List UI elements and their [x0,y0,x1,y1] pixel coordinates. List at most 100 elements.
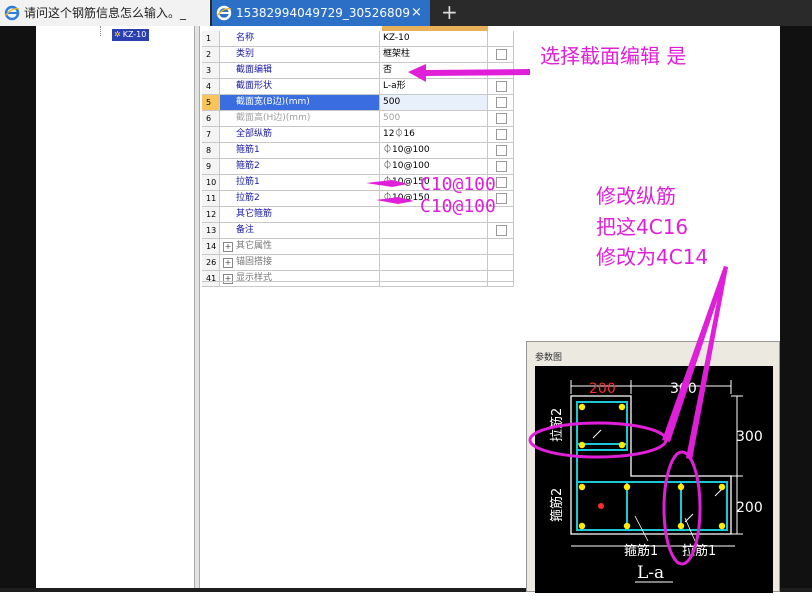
rebar-dot [578,522,586,530]
property-checkbox-cell [488,143,514,158]
property-row[interactable]: 3 截面编辑 否 [202,63,514,79]
property-checkbox[interactable] [496,177,507,188]
property-name-text: 其它属性 [236,241,273,251]
property-value[interactable]: 否 [380,63,488,78]
annotation-modify-line2: 把这4C16 [596,215,689,239]
property-name: 备注 [220,223,380,238]
expand-plus-icon[interactable]: + [223,258,233,268]
property-row[interactable]: 8 箍筋1 ⏀10@100 [202,143,514,159]
property-row[interactable]: 26 + 锚固搭接 [202,255,514,271]
tab-title: 15382994049729_30526809 [236,6,410,20]
property-name-text: 截面高(H边)(mm) [236,113,311,123]
property-value[interactable]: ⏀10@100 [380,143,488,158]
property-value[interactable] [380,271,488,286]
rebar-dot [618,403,626,411]
property-checkbox-cell [488,95,514,110]
new-tab-button[interactable]: + [441,0,458,26]
property-checkbox[interactable] [496,129,507,140]
property-row[interactable]: 7 全部纵筋 12⏀16 [202,127,514,143]
property-checkbox-cell [488,239,514,254]
row-number: 11 [202,191,220,206]
row-number: 5 [202,95,220,110]
property-name: + 锚固搭接 [220,255,380,270]
property-row[interactable]: 4 截面形状 L-a形 [202,79,514,95]
stirrup-top [576,401,628,451]
property-row[interactable]: 9 箍筋2 ⏀10@100 [202,159,514,175]
property-checkbox-cell [488,31,514,46]
expand-plus-icon[interactable]: + [223,242,233,252]
row-number: 4 [202,79,220,94]
property-name-text: 类别 [236,49,255,59]
property-value[interactable] [380,239,488,254]
property-row[interactable]: 13 备注 [202,223,514,239]
property-checkbox[interactable] [496,225,507,236]
property-name: + 其它属性 [220,239,380,254]
property-value[interactable]: 框架柱 [380,47,488,62]
property-value[interactable]: ⏀10@100 [380,159,488,174]
property-value[interactable] [380,223,488,238]
property-checkbox[interactable] [496,97,507,108]
property-checkbox-cell [488,79,514,94]
parameter-diagram-panel: 参数图 200 300 300 200 拉筋2 箍筋2 箍筋1 拉筋1 L-a [526,341,780,593]
tab-question-page[interactable]: 请问这个钢筋信息怎么输入。_ [0,0,210,26]
parameter-panel-title: 参数图 [535,353,563,363]
property-checkbox[interactable] [496,113,507,124]
property-row[interactable]: 6 截面高(H边)(mm) 500 [202,111,514,127]
close-tab-icon[interactable]: × [411,0,422,26]
property-name-text: 名称 [236,33,255,43]
annotation-c10-1: C10@100 [420,174,496,195]
hook-mark [592,429,602,439]
property-name-text: 截面宽(B边)(mm) [236,97,310,107]
property-name-text: 截面形状 [236,81,273,91]
tab-image-page[interactable]: 15382994049729_30526809 × [212,0,430,26]
expand-plus-icon[interactable]: + [223,274,233,284]
dim-top-right-label: 300 [670,381,697,397]
property-checkbox-cell [488,127,514,142]
section-diagram-canvas: 200 300 300 200 拉筋2 箍筋2 箍筋1 拉筋1 L-a [535,366,773,593]
annotation-c10-2: C10@100 [420,196,496,217]
property-checkbox[interactable] [496,81,507,92]
property-value[interactable]: KZ-10 [380,31,488,46]
property-name: 箍筋2 [220,159,380,174]
section-center-dot [598,503,604,509]
property-name: 截面高(H边)(mm) [220,111,380,126]
property-checkbox[interactable] [496,161,507,172]
property-name-text: 箍筋1 [236,145,260,155]
property-value[interactable]: 12⏀16 [380,127,488,142]
property-name-text: 拉筋2 [236,193,260,203]
property-name-text: 箍筋2 [236,161,260,171]
row-number: 41 [202,271,220,286]
annotation-select-section-edit: 选择截面编辑 是 [540,44,687,68]
property-row[interactable]: 5 截面宽(B边)(mm) 500 [202,95,514,111]
tree-item-kz10[interactable]: ✲ KZ-10 [112,29,150,41]
dim-top-left-label: 200 [589,381,616,397]
row-number: 6 [202,111,220,126]
rebar-dot [718,483,726,491]
property-checkbox-cell [488,271,514,286]
property-name-text: 备注 [236,225,255,235]
row-number: 3 [202,63,220,78]
row-number: 1 [202,31,220,46]
property-checkbox[interactable] [496,145,507,156]
property-checkbox[interactable] [496,193,507,204]
property-row[interactable]: 14 + 其它属性 [202,239,514,255]
property-name-text: 锚固搭接 [236,257,273,267]
property-row[interactable]: 2 类别 框架柱 [202,47,514,63]
rebar-dot [618,441,626,449]
property-value[interactable]: 500 [380,95,488,110]
property-value[interactable] [380,255,488,270]
row-number: 13 [202,223,220,238]
rebar-dot [677,483,685,491]
tree-item-label: KZ-10 [122,30,147,39]
property-checkbox[interactable] [496,49,507,60]
rebar-dot [623,522,631,530]
property-name-text: 拉筋1 [236,177,260,187]
annotation-modify-line3: 修改为4C14 [596,245,709,269]
property-name: 拉筋2 [220,191,380,206]
gear-icon: ✲ [114,30,121,39]
property-value[interactable]: L-a形 [380,79,488,94]
property-row[interactable]: 41 + 显示样式 [202,271,514,287]
section-diagram: 200 300 300 200 拉筋2 箍筋2 箍筋1 拉筋1 L-a [549,380,763,583]
property-row[interactable]: 1 名称 KZ-10 [202,31,514,47]
property-value[interactable]: 500 [380,111,488,126]
